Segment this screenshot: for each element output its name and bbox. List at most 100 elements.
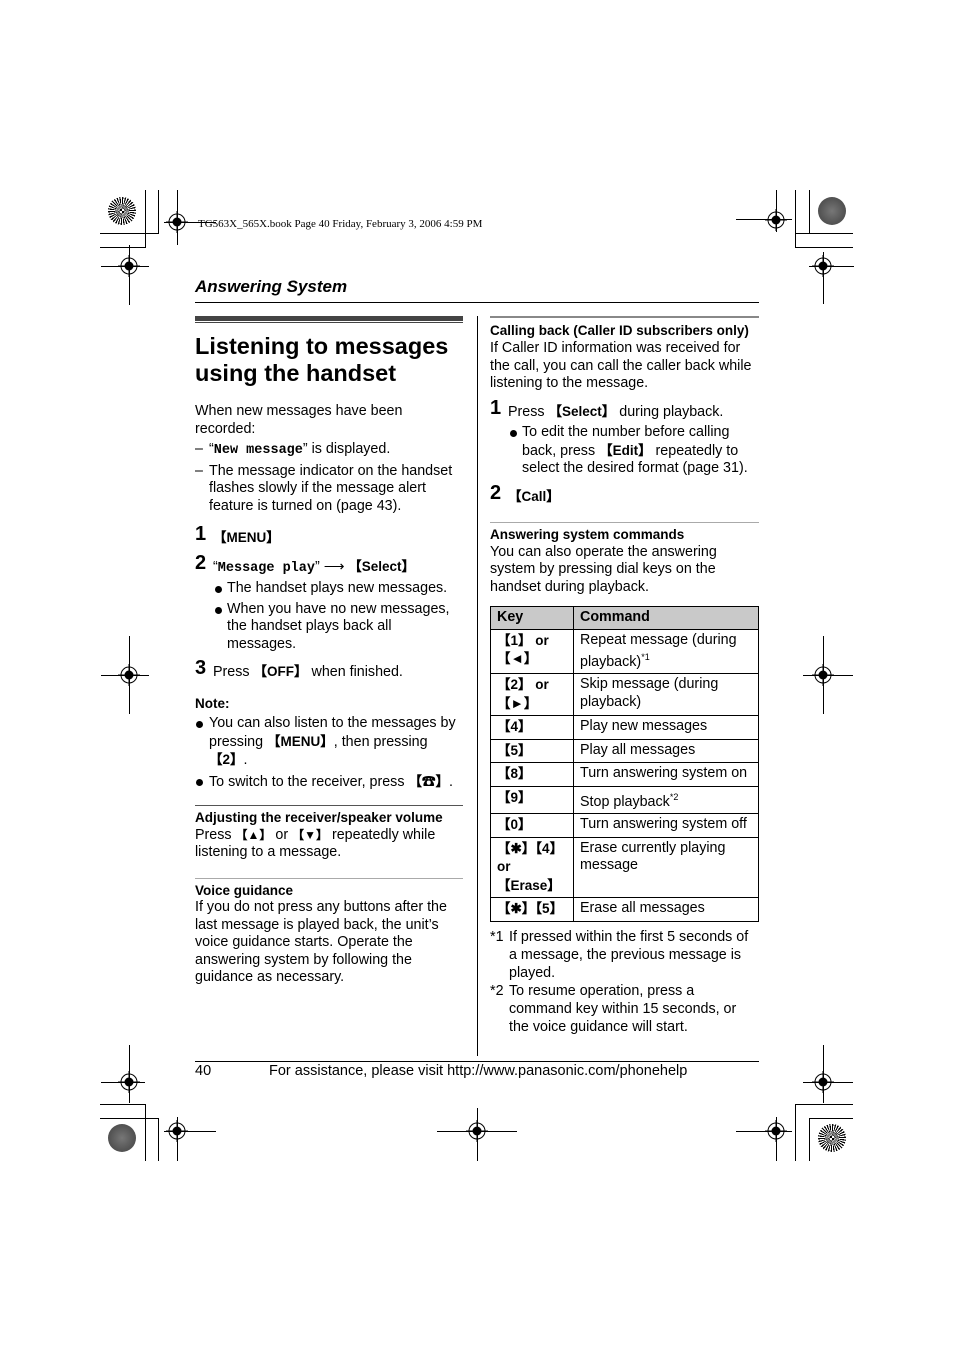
command-label: Skip message (during playback)	[580, 676, 719, 710]
crop-line	[776, 190, 777, 232]
callback-step-2: 2 【Call】	[490, 483, 759, 507]
key-label: 【0】	[497, 817, 532, 833]
color-bar-disc-icon	[818, 197, 846, 225]
command-label: Play all messages	[580, 741, 696, 758]
page-title: Listening to messages using the handset	[195, 333, 449, 386]
select-key: 【Select】	[348, 558, 415, 574]
crop-line	[437, 1131, 517, 1132]
command-cell: Turn answering system on	[573, 762, 759, 787]
key-cell: 【✱】【5】	[490, 897, 574, 922]
crop-line	[477, 1108, 478, 1161]
note-item: To switch to the receiver, press 【☎】.	[195, 773, 463, 792]
crop-line	[100, 1118, 158, 1119]
voice-heading: Voice guidance	[195, 882, 294, 898]
crop-line	[101, 266, 149, 267]
table-row: 【✱】【5】 Erase all messages	[490, 897, 759, 922]
crop-line	[158, 1118, 159, 1161]
table-header-row: Key Command	[490, 606, 759, 630]
divider	[195, 805, 463, 806]
divider	[490, 522, 759, 523]
list-item: – The message indicator on the handset f…	[195, 463, 463, 516]
column-header-key: Key	[490, 606, 574, 630]
key-label: 【4】	[497, 719, 532, 735]
text: The handset plays new messages.	[227, 580, 448, 596]
crop-line	[803, 675, 853, 676]
title-bar	[195, 322, 463, 323]
edit-key: 【Edit】	[599, 442, 652, 458]
section-title: Answering System	[195, 277, 348, 296]
crop-line	[158, 190, 159, 234]
footnotes: *1 If pressed within the first 5 seconds …	[490, 928, 759, 1036]
section-rule	[195, 302, 759, 303]
left-column: Listening to messages using the handset …	[195, 316, 463, 987]
display-text: New message	[213, 443, 303, 458]
command-label: Turn answering system off	[580, 816, 747, 833]
dash-marker: –	[195, 462, 203, 479]
note-item: You can also listen to the messages by p…	[195, 715, 463, 770]
crop-line	[736, 1131, 792, 1132]
footnote-mark: *2	[490, 982, 504, 999]
table-row: 【4】 Play new messages	[490, 715, 759, 740]
table-row: 【1】 or 【◄】 Repeat message (during playbac…	[490, 628, 759, 675]
step-number: 1	[195, 523, 207, 545]
crop-line	[101, 1082, 145, 1083]
key-label: 【✱】【4】 or 【Erase】	[497, 840, 564, 893]
crop-line	[129, 1045, 130, 1103]
text: When you have no new messages, the hands…	[227, 600, 450, 652]
crop-line	[145, 1104, 146, 1161]
intro-text: When new messages have been recorded:	[195, 403, 403, 437]
crop-line	[101, 675, 149, 676]
key-cell: 【1】 or 【◄】	[490, 628, 574, 675]
text: ”	[314, 558, 324, 575]
footnote: *1 If pressed within the first 5 seconds …	[490, 928, 759, 982]
command-label: Stop playback	[580, 793, 670, 810]
key-cell: 【0】	[490, 813, 574, 838]
footnote: *2 To resume operation, press a command k…	[490, 982, 759, 1036]
bullet-icon	[215, 586, 222, 593]
crop-line	[145, 190, 146, 247]
key-label: 【9】	[497, 789, 532, 805]
callback-text: If Caller ID information was received fo…	[490, 340, 752, 391]
bullet-icon	[215, 606, 222, 614]
key-cell: 【2】 or 【►】	[490, 673, 574, 717]
command-label: Erase currently playing message	[580, 839, 726, 874]
crop-line	[795, 1104, 853, 1105]
footer-rule	[195, 1061, 759, 1062]
menu-key: 【MENU】	[213, 530, 280, 545]
step-1: 1 【MENU】	[195, 523, 463, 548]
command-cell: Play all messages	[573, 738, 759, 764]
crop-line	[809, 1118, 810, 1161]
command-cell: Play new messages	[573, 715, 759, 740]
key-label: 【✱】【5】	[497, 901, 564, 917]
command-label: Turn answering system on	[580, 765, 748, 782]
key-label: 【2】 or 【►】	[497, 677, 549, 711]
key-label: 【5】	[497, 742, 532, 758]
dial-key-2: 【2】	[209, 752, 244, 767]
command-label: Repeat message (during playback)	[580, 631, 737, 670]
key-cell: 【8】	[490, 762, 574, 787]
table-row: 【5】 Play all messages	[490, 738, 759, 764]
command-cell: Stop playback*2	[573, 785, 759, 815]
key-label: 【1】 or 【◄】	[497, 632, 549, 667]
table-row: 【0】 Turn answering system off	[490, 813, 759, 838]
text: Press	[508, 403, 549, 420]
display-text: Message play	[217, 560, 315, 576]
step-2: 2 “Message play” ⟶ 【Select】 The handset …	[195, 553, 463, 654]
text: or	[271, 826, 293, 843]
key-cell: 【5】	[490, 738, 574, 764]
bullet-item: The handset plays new messages.	[213, 580, 463, 598]
crop-line	[100, 247, 146, 248]
volume-heading: Adjusting the receiver/speaker volume	[195, 810, 443, 825]
divider	[490, 316, 759, 318]
page-number: 40	[195, 1063, 212, 1079]
crop-line	[795, 1104, 796, 1161]
crop-line	[795, 190, 796, 247]
right-column: Calling back (Caller ID subscribers only…	[490, 316, 759, 1036]
callback-step-1: 1 Press 【Select】 during playback. To edi…	[490, 398, 759, 478]
bullet-icon	[510, 430, 517, 437]
command-cell: Erase currently playing message	[573, 836, 759, 899]
crop-line	[736, 219, 792, 220]
text: ” is displayed.	[302, 441, 391, 457]
text: .	[243, 752, 248, 768]
key-cell: 【✱】【4】 or 【Erase】	[490, 836, 574, 899]
